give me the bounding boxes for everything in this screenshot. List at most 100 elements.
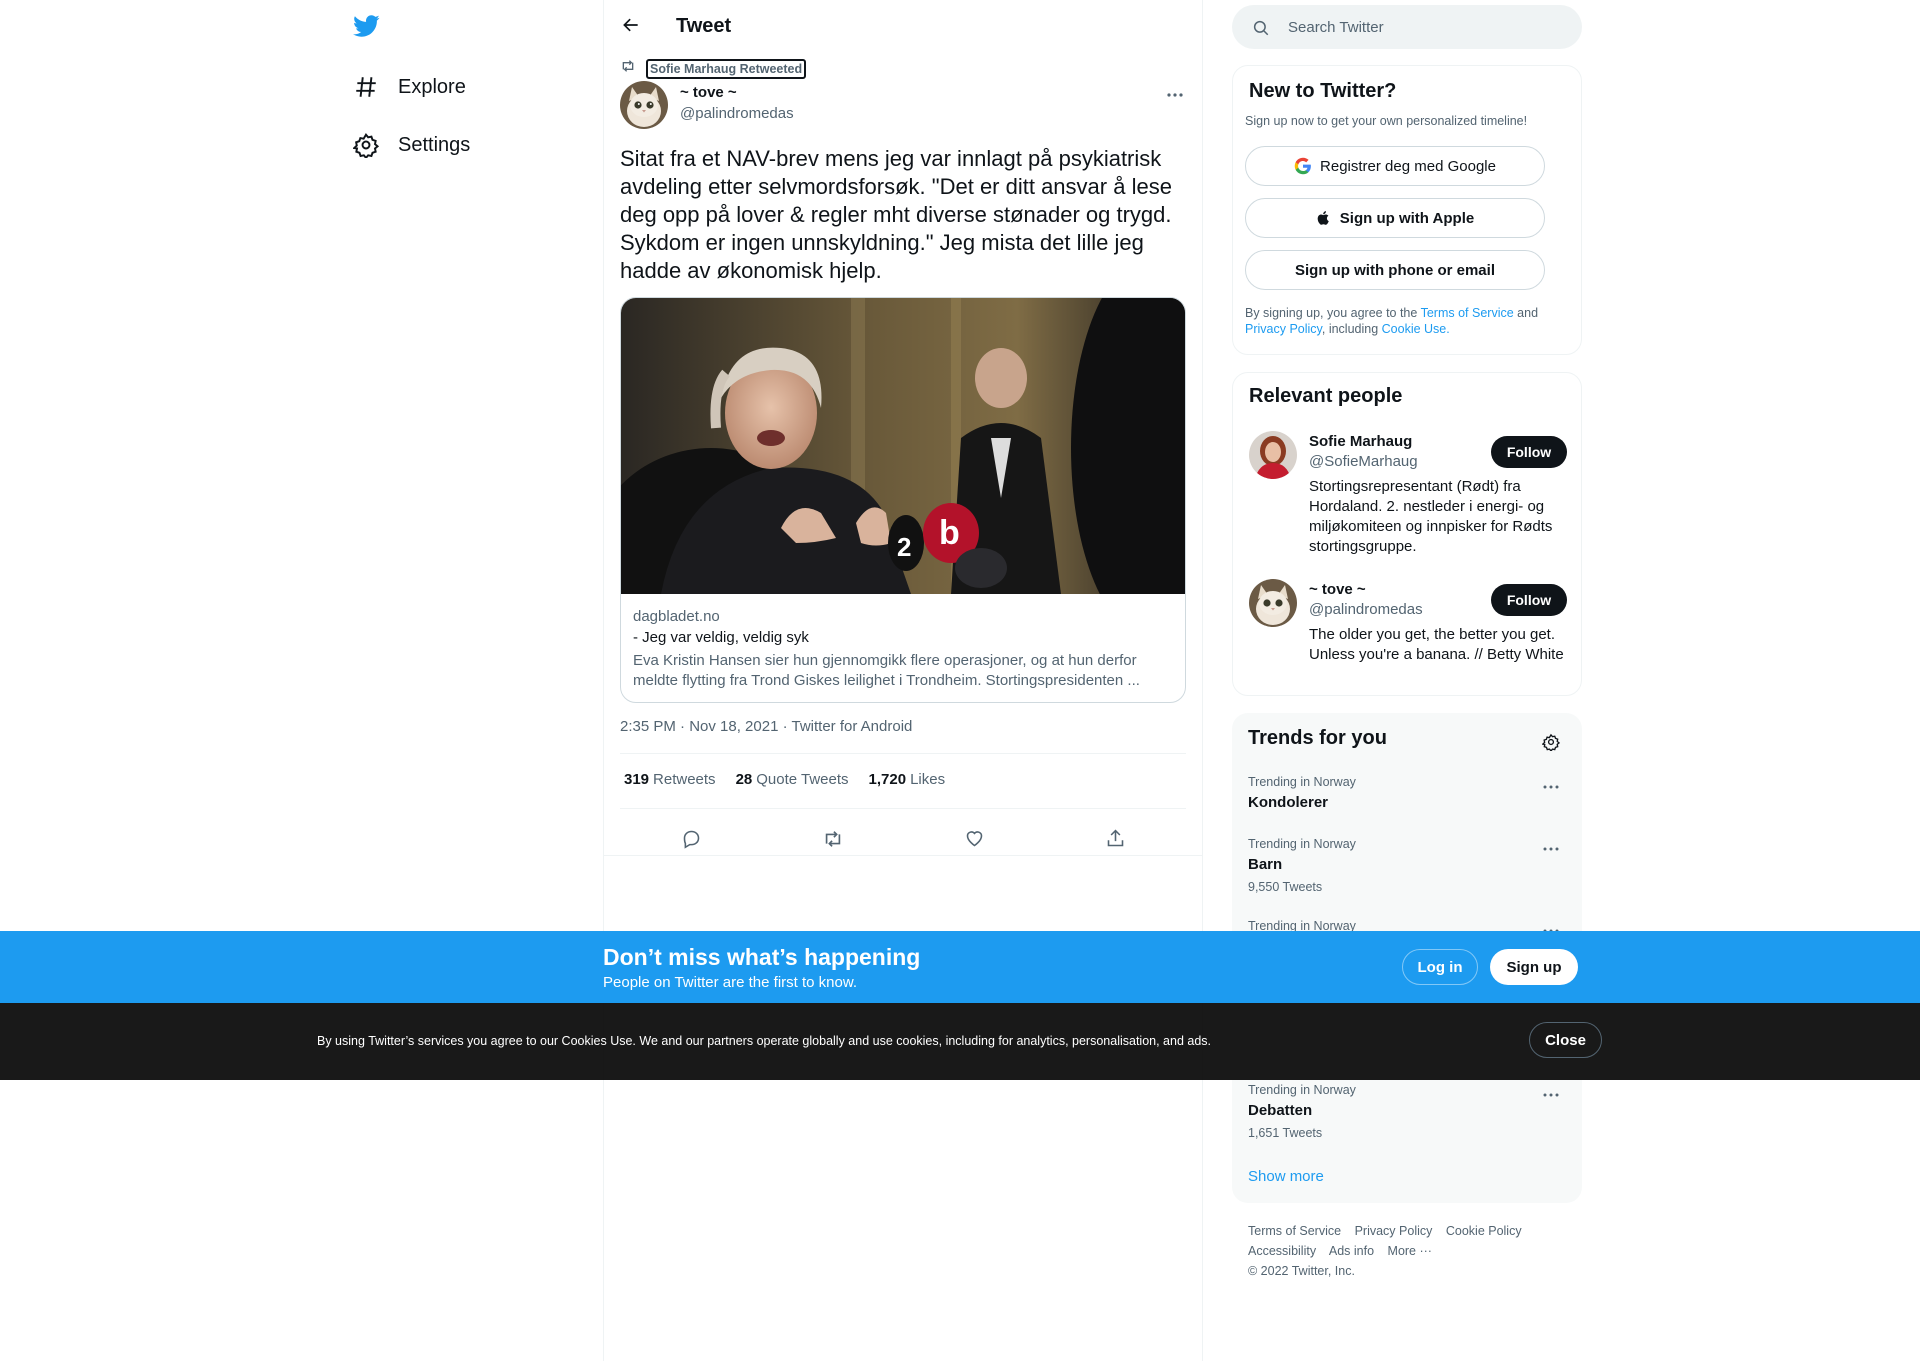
footer-links: Terms of Service Privacy Policy Cookie P… [1248,1221,1578,1281]
trend-name: Kondolerer [1248,794,1329,811]
footer-link[interactable]: Accessibility [1248,1244,1316,1258]
cookie-banner-text: By using Twitter’s services you agree to… [317,1034,1212,1048]
show-more-link[interactable]: Show more [1248,1168,1324,1185]
login-button[interactable]: Log in [1402,949,1478,985]
cookie-close-button[interactable]: Close [1529,1022,1602,1058]
tweet-text: Sitat fra et NAV-brev mens jeg var innla… [620,146,1172,283]
signup-legal-text: By signing up, you agree to the Terms of… [1245,305,1565,337]
privacy-policy-link[interactable]: Privacy Policy [1245,322,1322,336]
footer-more-link[interactable]: More ··· [1388,1244,1432,1258]
legal-prefix: By signing up, you agree to the [1245,306,1421,320]
search-icon [1252,19,1270,42]
retweets-label: Retweets [653,771,716,788]
divider [620,753,1186,754]
search-box[interactable] [1232,5,1582,49]
terms-of-service-link[interactable]: Terms of Service [1421,306,1514,320]
person-bio: Stortingsrepresentant (Rødt) fra Hordala… [1309,478,1553,555]
more-dots-icon [1166,85,1184,103]
footer-link[interactable]: Terms of Service [1248,1224,1341,1238]
person-name[interactable]: Sofie Marhaug [1309,433,1412,450]
svg-text:b: b [939,514,960,552]
trends-settings-button[interactable] [1534,727,1568,761]
avatar[interactable] [1249,431,1297,479]
cookie-use-link[interactable]: Cookie Use. [1382,322,1450,336]
tweet-actions [620,818,1186,864]
card-domain: dagbladet.no [633,608,720,625]
trend-count: 1,651 Tweets [1248,1126,1323,1140]
relevant-people-panel: Relevant people Sofie Marhaug @SofieMarh… [1232,372,1582,696]
author-name[interactable]: ~ tove ~ [680,84,737,101]
trend-more-button[interactable] [1538,777,1564,793]
footer-link[interactable]: Privacy Policy [1355,1224,1433,1238]
search-input[interactable] [1288,5,1568,49]
relevant-people-title: Relevant people [1249,385,1403,407]
person-bio: The older you get, the better you get. U… [1309,626,1564,663]
card-image: b 2 [621,298,1185,668]
twitter-logo-icon[interactable] [352,12,384,44]
follow-button[interactable]: Follow [1491,584,1567,616]
cookie-banner: By using Twitter’s services you agree to… [0,1003,1920,1080]
trend-item[interactable]: Trending in Norway Kondolerer [1232,775,1582,825]
signup-panel: New to Twitter? Sign up now to get your … [1232,65,1582,355]
legal-and: and [1513,306,1539,320]
signup-button[interactable]: Sign up [1490,949,1578,985]
follow-button[interactable]: Follow [1491,436,1567,468]
trend-context: Trending in Norway [1248,1083,1356,1097]
person-handle[interactable]: @SofieMarhaug [1309,453,1418,470]
reply-icon [681,828,702,854]
divider [620,808,1186,809]
signup-prompt-title: Don’t miss what’s happening [603,944,921,970]
divider [604,855,1202,856]
quote-tweets-count: 28 [735,771,753,788]
author-handle[interactable]: @palindromedas [680,105,794,122]
card-description: Eva Kristin Hansen sier hun gjennomgikk … [633,652,1140,689]
trend-item[interactable]: Trending in Norway Debatten 1,651 Tweets [1232,1083,1582,1143]
trend-more-button[interactable] [1538,839,1564,855]
nav-item-explore[interactable]: Explore [352,67,466,107]
quote-tweets-stat[interactable]: 28 Quote Tweets [736,771,849,788]
heart-icon [964,828,985,854]
retweet-icon [620,58,636,79]
tweet-timestamp[interactable]: 2:35 PM · Nov 18, 2021 · Twitter for And… [620,718,912,735]
link-preview-card[interactable]: b 2 dagbladet.no - Jeg var veldig, veldi… [620,297,1186,703]
likes-stat[interactable]: 1,720 Likes [869,771,946,788]
google-signup-button[interactable]: Registrer deg med Google [1245,146,1545,186]
signup-prompt-subtitle: People on Twitter are the first to know. [603,974,858,991]
author-avatar[interactable] [620,81,668,129]
retweets-stat[interactable]: 319 Retweets [624,771,716,788]
likes-count: 1,720 [868,771,907,788]
footer-link[interactable]: Cookie Policy [1446,1224,1522,1238]
phone-email-signup-button[interactable]: Sign up with phone or email [1245,250,1545,290]
more-dots-icon [1543,776,1559,794]
copyright: © 2022 Twitter, Inc. [1248,1264,1355,1278]
arrow-left-icon [621,15,641,40]
retweeted-by-link[interactable]: Sofie Marhaug Retweeted [646,58,807,79]
tweet-stats: 319 Retweets 28 Quote Tweets 1,720 Likes [624,771,965,788]
apple-signup-label: Sign up with Apple [1339,209,1475,227]
tweet-more-button[interactable] [1160,84,1190,104]
main-column: Tweet Sofie Marhaug Retweeted ~ tove ~ @… [604,0,1202,1361]
footer-link[interactable]: Ads info [1329,1244,1374,1258]
retweet-icon [822,828,844,855]
google-icon [1294,157,1312,175]
page-title: Tweet [676,15,732,37]
phone-email-signup-label: Sign up with phone or email [1294,261,1495,279]
nav-label-explore: Explore [398,75,466,98]
person-handle[interactable]: @palindromedas [1309,601,1423,618]
back-button[interactable] [614,10,648,44]
trend-item[interactable]: Trending in Norway Barn 9,550 Tweets [1232,837,1582,897]
legal-including: , including [1321,322,1382,336]
gear-icon [1541,733,1561,756]
avatar[interactable] [1249,579,1297,627]
retweets-count: 319 [624,771,650,788]
more-dots-icon [1543,1084,1559,1102]
signup-prompt-bar: Don’t miss what’s happening People on Tw… [0,931,1920,1003]
person-name[interactable]: ~ tove ~ [1309,581,1366,598]
nav-label-settings: Settings [398,133,471,156]
nav-item-settings[interactable]: Settings [352,125,470,165]
trend-more-button[interactable] [1538,1085,1564,1101]
apple-signup-button[interactable]: Sign up with Apple [1245,198,1545,238]
quote-tweets-label: Quote Tweets [756,771,849,788]
retweet-context: Sofie Marhaug Retweeted [620,58,807,79]
trend-count: 9,550 Tweets [1248,880,1323,894]
